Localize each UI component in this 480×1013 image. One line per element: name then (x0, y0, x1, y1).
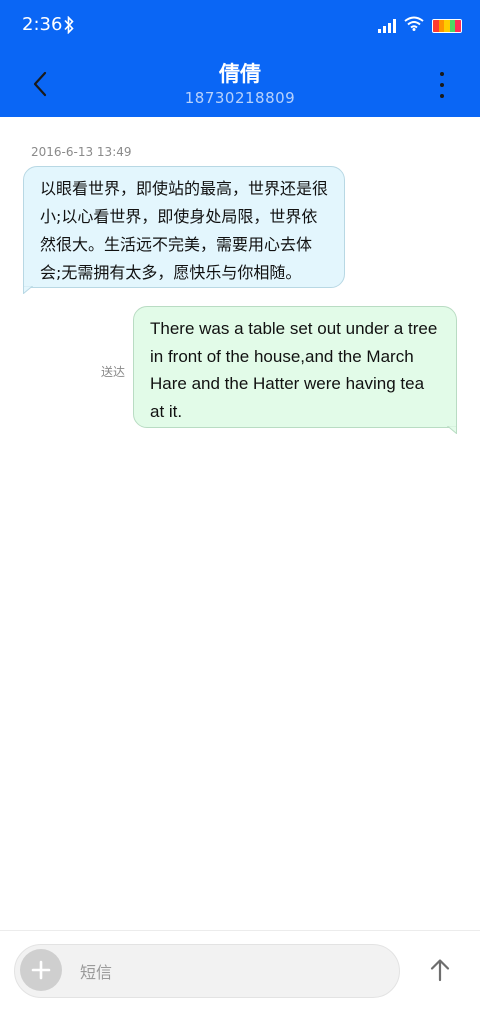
contact-title: 倩倩 18730218809 (80, 60, 400, 108)
arrow-up-icon (430, 959, 450, 982)
bubble-tail (23, 286, 33, 294)
contact-name: 倩倩 (219, 62, 261, 86)
app-bar: 2:36 倩倩 18730218809 (0, 0, 480, 117)
more-vert-icon (440, 72, 444, 76)
chevron-left-icon (33, 71, 47, 97)
message-timestamp: 2016-6-13 13:49 (31, 145, 132, 159)
bubble-tail (447, 426, 457, 434)
message-text: 以眼看世界，即使站的最高，世界还是很小;以心看世界，即使身处局限，世界依然很大。… (40, 179, 329, 282)
contact-number: 18730218809 (184, 89, 296, 107)
wifi-icon (404, 16, 424, 35)
conversation-toolbar: 倩倩 18730218809 (0, 52, 480, 117)
send-button[interactable] (424, 954, 456, 986)
more-options-button[interactable] (430, 68, 454, 102)
status-bar: 2:36 (0, 0, 480, 52)
add-attachment-button[interactable] (20, 949, 62, 991)
battery-icon (432, 18, 462, 33)
outgoing-message-bubble[interactable]: There was a table set out under a tree i… (133, 306, 457, 428)
message-input[interactable] (80, 956, 380, 988)
incoming-message-bubble[interactable]: 以眼看世界，即使站的最高，世界还是很小;以心看世界，即使身处局限，世界依然很大。… (23, 166, 345, 288)
compose-divider (0, 930, 480, 931)
message-text: There was a table set out under a tree i… (150, 319, 438, 421)
status-icons (378, 16, 462, 35)
signal-icon (378, 18, 396, 33)
delivery-status: 送达 (101, 365, 126, 379)
back-button[interactable] (22, 66, 58, 102)
status-time: 2:36 (22, 14, 63, 35)
plus-icon (31, 960, 51, 980)
bluetooth-icon (64, 15, 74, 38)
